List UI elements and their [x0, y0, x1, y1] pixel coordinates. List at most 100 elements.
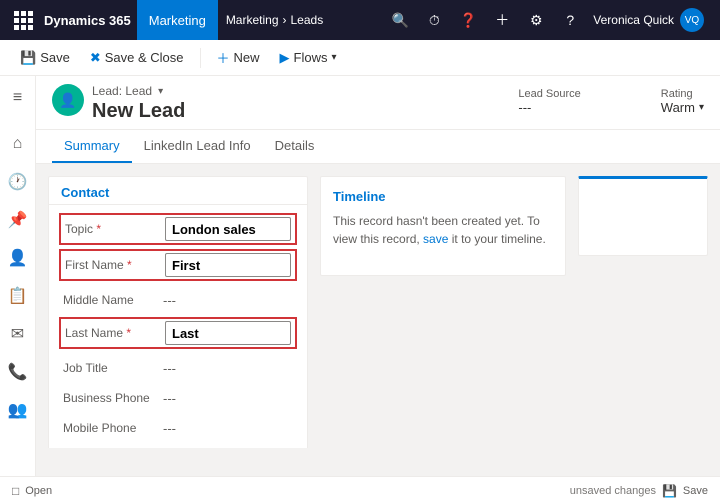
add-icon[interactable]: ＋ [487, 0, 517, 40]
middle-name-field-row: Middle Name --- [61, 285, 295, 315]
user-name: Veronica Quick [593, 13, 674, 27]
status-bar: □ Open unsaved changes 💾 Save [0, 476, 720, 504]
contact-section: Contact Topic * First Name * [48, 176, 308, 448]
sidebar-users-icon[interactable]: 👥 [0, 392, 36, 428]
topic-label: Topic * [65, 222, 165, 236]
last-name-field-row: Last Name * [59, 317, 297, 349]
lead-source-field: Lead Source --- [518, 88, 580, 115]
record-type: Lead: Lead ▾ [92, 84, 510, 98]
contact-section-body: Topic * First Name * Middle Name --- [49, 205, 307, 448]
record-header: 👤 Lead: Lead ▾ New Lead Lead Source --- … [36, 76, 720, 130]
sidebar-menu-icon[interactable]: ≡ [0, 80, 36, 116]
lead-source-value: --- [518, 100, 580, 115]
email-field-row: Email --- [61, 443, 295, 448]
form-left: Contact Topic * First Name * [48, 176, 308, 436]
rating-chevron-icon: ▾ [699, 102, 704, 113]
nav-icons: 🔍 ⏱ ❓ ＋ ⚙ ? [385, 0, 585, 40]
tab-linkedin[interactable]: LinkedIn Lead Info [132, 130, 263, 163]
business-phone-field-row: Business Phone --- [61, 383, 295, 413]
top-navigation: Dynamics 365 Marketing Marketing › Leads… [0, 0, 720, 40]
sidebar-contacts-icon[interactable]: 👤 [0, 240, 36, 276]
grid-icon [14, 11, 33, 30]
save-close-button[interactable]: ✖ Save & Close [82, 44, 192, 72]
sidebar-pin-icon[interactable]: 📌 [0, 202, 36, 238]
breadcrumb-current[interactable]: Leads [291, 13, 324, 27]
search-icon[interactable]: 🔍 [385, 0, 415, 40]
user-info[interactable]: Veronica Quick VQ [585, 8, 712, 32]
module-name[interactable]: Marketing [137, 0, 218, 40]
separator [200, 48, 201, 68]
job-title-label: Job Title [63, 361, 163, 375]
last-name-input[interactable] [165, 321, 291, 345]
record-icon: 👤 [52, 84, 84, 116]
new-button[interactable]: ＋ New [209, 44, 268, 72]
mobile-phone-value: --- [163, 421, 176, 436]
save-close-icon: ✖ [90, 50, 101, 66]
timeline-save-link[interactable]: save [423, 232, 448, 246]
sidebar-email-icon[interactable]: ✉ [0, 316, 36, 352]
first-name-label: First Name * [65, 258, 165, 272]
sidebar-leads-icon[interactable]: 📋 [0, 278, 36, 314]
breadcrumb-separator: › [283, 13, 287, 27]
sidebar-home-icon[interactable]: ⌂ [0, 126, 36, 162]
right-top: Timeline This record hasn't been created… [320, 176, 708, 276]
flows-icon: ▶ [280, 50, 290, 66]
timeline-section: Timeline This record hasn't been created… [320, 176, 566, 276]
save-button[interactable]: 💾 Save [12, 44, 78, 72]
first-name-field-row: First Name * [59, 249, 297, 281]
save-icon: 💾 [20, 50, 36, 66]
middle-name-value: --- [163, 293, 176, 308]
business-phone-label: Business Phone [63, 391, 163, 405]
left-sidebar: ≡ ⌂ 🕐 📌 👤 📋 ✉ 📞 👥 ⚙ [0, 76, 36, 504]
flows-chevron-icon: ▾ [331, 52, 336, 63]
rating-label: Rating [661, 88, 704, 100]
job-title-value: --- [163, 361, 176, 376]
rating-value[interactable]: Warm ▾ [661, 100, 704, 115]
save-status-label[interactable]: Save [683, 485, 708, 497]
status-open-label[interactable]: Open [25, 485, 52, 497]
form-area: Contact Topic * First Name * [36, 164, 720, 448]
page-title: New Lead [92, 100, 510, 123]
contact-section-header: Contact [49, 177, 307, 205]
flows-button[interactable]: ▶ Flows ▾ [272, 44, 345, 72]
sidebar-recent-icon[interactable]: 🕐 [0, 164, 36, 200]
sidebar-phone-icon[interactable]: 📞 [0, 354, 36, 390]
status-open-icon: □ [12, 484, 19, 498]
breadcrumb-parent[interactable]: Marketing [226, 13, 279, 27]
right-placeholder [578, 176, 708, 256]
timeline-title: Timeline [333, 189, 553, 204]
tab-details[interactable]: Details [263, 130, 327, 163]
record-type-chevron-icon[interactable]: ▾ [158, 86, 163, 97]
business-phone-value: --- [163, 391, 176, 406]
help-icon[interactable]: ❓ [453, 0, 483, 40]
job-title-field-row: Job Title --- [61, 353, 295, 383]
main-content: 👤 Lead: Lead ▾ New Lead Lead Source --- … [36, 76, 720, 504]
mobile-phone-label: Mobile Phone [63, 421, 163, 435]
timeline-message: This record hasn't been created yet. To … [333, 212, 553, 248]
avatar: VQ [680, 8, 704, 32]
save-status-icon: 💾 [662, 484, 677, 498]
new-icon: ＋ [217, 48, 230, 67]
main-layout: ≡ ⌂ 🕐 📌 👤 📋 ✉ 📞 👥 ⚙ 👤 Lead: Lead ▾ New L… [0, 76, 720, 504]
topic-input[interactable] [165, 217, 291, 241]
settings-icon[interactable]: ⚙ [521, 0, 551, 40]
status-bar-right: unsaved changes 💾 Save [570, 484, 708, 498]
topic-field-row: Topic * [59, 213, 297, 245]
recents-icon[interactable]: ⏱ [419, 0, 449, 40]
mobile-phone-field-row: Mobile Phone --- [61, 413, 295, 443]
tab-summary[interactable]: Summary [52, 130, 132, 163]
question-icon[interactable]: ? [555, 0, 585, 40]
dynamics-logo: Dynamics 365 [38, 13, 137, 28]
record-type-label: Lead: Lead [92, 84, 152, 98]
breadcrumb: Marketing › Leads [218, 13, 331, 27]
middle-name-label: Middle Name [63, 293, 163, 307]
app-grid-button[interactable] [8, 0, 38, 40]
rating-field: Rating Warm ▾ [661, 88, 704, 115]
first-name-input[interactable] [165, 253, 291, 277]
tabs: Summary LinkedIn Lead Info Details [36, 130, 720, 164]
form-right: Timeline This record hasn't been created… [320, 176, 708, 436]
last-name-label: Last Name * [65, 326, 165, 340]
status-bar-left: □ Open [12, 484, 52, 498]
command-bar: 💾 Save ✖ Save & Close ＋ New ▶ Flows ▾ [0, 40, 720, 76]
unsaved-changes-label: unsaved changes [570, 485, 656, 497]
